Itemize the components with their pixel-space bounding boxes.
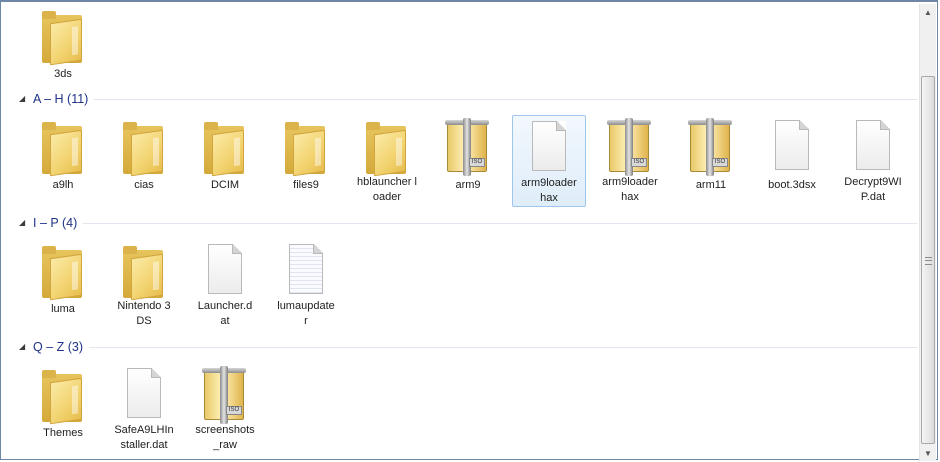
folder-icon: [36, 118, 90, 178]
file-item-label: a9lh: [52, 179, 74, 191]
group-divider: [83, 222, 917, 224]
group-title: A – H (11): [33, 92, 89, 106]
iso-badge: ISO: [226, 406, 242, 415]
file-item-label: SafeA9LHInstaller.dat: [114, 424, 174, 451]
file-item[interactable]: ISO arm11: [681, 115, 741, 205]
folder-icon: [117, 118, 171, 178]
file-item-label: Nintendo 3DS: [117, 300, 171, 327]
text-document-icon: [279, 242, 333, 299]
file-item[interactable]: files9: [276, 115, 336, 205]
file-item[interactable]: hblauncher loader: [357, 115, 417, 205]
file-item[interactable]: DCIM: [195, 115, 255, 205]
group-divider: [94, 98, 917, 100]
folder-icon: [279, 118, 333, 178]
group-title: Q – Z (3): [33, 340, 84, 354]
file-item[interactable]: SafeA9LHInstaller.dat: [114, 363, 174, 453]
folder-icon: [117, 242, 171, 301]
file-item-label: Decrypt9WIP.dat: [844, 176, 902, 203]
file-item-label: arm9loader hax: [602, 176, 658, 203]
vertical-scrollbar[interactable]: ▲ ▼: [919, 4, 936, 461]
group-header-q-z[interactable]: ◢ Q – Z (3): [19, 339, 917, 355]
file-item-label: Themes: [43, 427, 83, 439]
file-item[interactable]: Launcher.dat: [195, 239, 255, 329]
file-item-label: Launcher.dat: [197, 300, 253, 327]
file-item-label: DCIM: [210, 179, 240, 191]
file-item-label: boot.3dsx: [768, 179, 816, 191]
scroll-thumb[interactable]: [921, 76, 935, 444]
file-item-label: arm9loader hax: [521, 177, 577, 204]
file-item[interactable]: Decrypt9WIP.dat: [843, 115, 903, 205]
group-divider: [89, 346, 917, 348]
file-item[interactable]: lumaupdater: [276, 239, 336, 329]
document-icon: [522, 119, 576, 176]
file-item[interactable]: ISO arm9: [438, 115, 498, 205]
file-item-label: arm11: [695, 179, 727, 191]
folder-icon: [198, 118, 252, 178]
iso-archive-icon: ISO: [603, 118, 657, 176]
iso-badge: ISO: [631, 158, 647, 167]
file-list-view: 3ds ◢ A – H (11) a9lh cias DCIM files9 h…: [1, 2, 921, 462]
file-item-label: files9: [293, 179, 319, 191]
file-item[interactable]: ISO screenshots_raw: [195, 363, 255, 453]
file-item-label: hblauncher loader: [357, 176, 417, 203]
file-item-selected[interactable]: arm9loader hax: [512, 115, 586, 207]
document-icon: [846, 118, 900, 175]
folder-icon: [360, 118, 414, 177]
folder-icon: [36, 366, 90, 426]
iso-badge: ISO: [469, 158, 485, 167]
collapse-chevron-icon[interactable]: ◢: [19, 215, 31, 231]
file-item-label: lumaupdater: [277, 300, 335, 327]
file-item-label: cias: [134, 179, 154, 191]
file-item[interactable]: luma: [33, 239, 93, 329]
file-item-label: arm9: [455, 179, 481, 191]
file-item[interactable]: cias: [114, 115, 174, 205]
file-item[interactable]: boot.3dsx: [762, 115, 822, 205]
document-icon: [198, 242, 252, 299]
grip-icon: [925, 257, 932, 265]
group-header-i-p[interactable]: ◢ I – P (4): [19, 215, 917, 231]
file-item[interactable]: Nintendo 3DS: [114, 239, 174, 329]
iso-badge: ISO: [712, 158, 728, 167]
iso-archive-icon: ISO: [441, 118, 495, 178]
group-header-a-h[interactable]: ◢ A – H (11): [19, 91, 917, 107]
iso-archive-icon: ISO: [684, 118, 738, 178]
file-item[interactable]: 3ds: [33, 4, 93, 94]
group-title: I – P (4): [33, 216, 78, 230]
file-item-label: screenshots_raw: [195, 424, 255, 451]
explorer-window: 3ds ◢ A – H (11) a9lh cias DCIM files9 h…: [0, 0, 938, 462]
file-item[interactable]: ISO arm9loader hax: [600, 115, 660, 205]
scroll-up-arrow-icon[interactable]: ▲: [920, 4, 936, 20]
file-item-label: 3ds: [54, 68, 72, 80]
collapse-chevron-icon[interactable]: ◢: [19, 91, 31, 107]
collapse-chevron-icon[interactable]: ◢: [19, 339, 31, 355]
scroll-down-arrow-icon[interactable]: ▼: [920, 445, 936, 461]
iso-archive-icon: ISO: [198, 366, 252, 424]
file-item[interactable]: a9lh: [33, 115, 93, 205]
folder-icon: [36, 7, 90, 67]
document-icon: [765, 118, 819, 178]
document-icon: [117, 366, 171, 423]
file-item-label: luma: [51, 303, 75, 315]
folder-icon: [36, 242, 90, 302]
file-item[interactable]: Themes: [33, 363, 93, 453]
